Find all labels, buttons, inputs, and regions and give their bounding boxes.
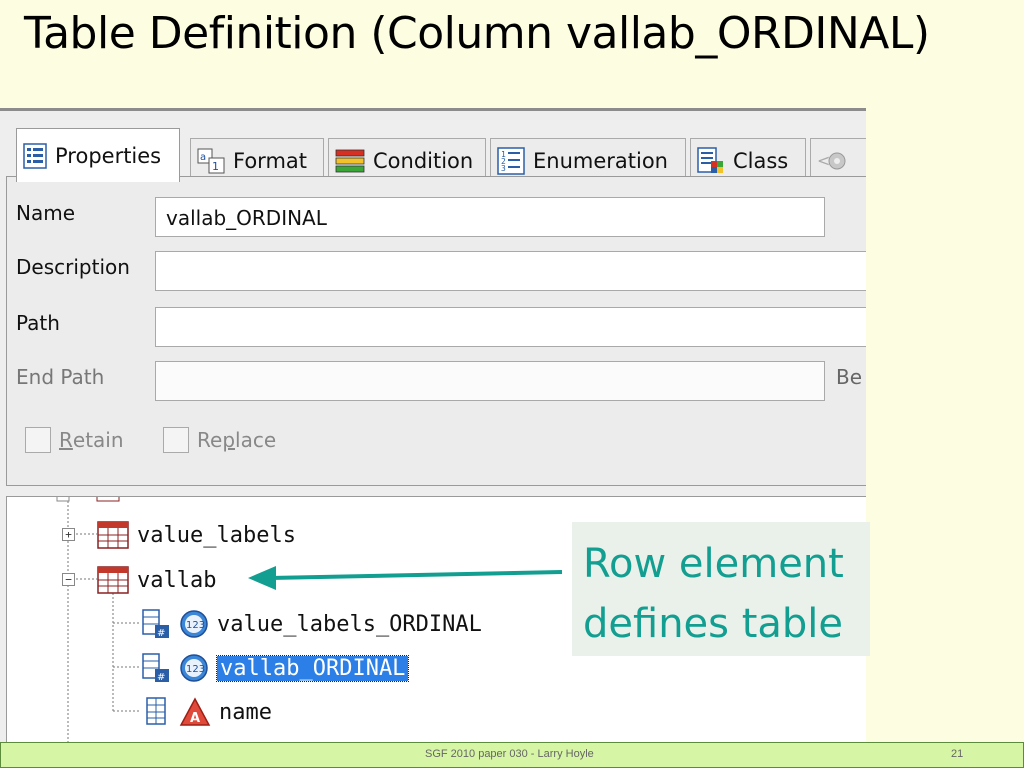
tab-properties[interactable]: Properties — [16, 128, 180, 182]
path-label: Path — [16, 311, 60, 335]
callout-line-2: defines table — [583, 601, 844, 647]
tree-node-label: vallab_ORDINAL — [215, 654, 410, 682]
tree-node-label: name — [219, 699, 272, 725]
table-icon — [97, 521, 129, 549]
properties-icon — [23, 142, 47, 169]
column-icon: # — [141, 653, 171, 683]
retain-checkbox[interactable]: Retain — [25, 427, 124, 453]
tab-label: Format — [233, 148, 308, 173]
numeric-icon: 123 — [179, 653, 209, 683]
enumeration-icon: 123 — [497, 146, 525, 175]
name-field[interactable]: vallab_ORDINAL — [155, 197, 825, 237]
tree-node-label: value_labels — [137, 522, 296, 548]
replace-checkbox[interactable]: Re p lace — [163, 427, 276, 453]
gear-icon: < — [817, 147, 851, 175]
condition-icon — [335, 149, 365, 173]
slide-title: Table Definition (Column vallab_ORDINAL) — [24, 8, 930, 59]
truncated-label: Be — [836, 365, 863, 389]
path-field[interactable] — [155, 307, 866, 347]
svg-text:1: 1 — [212, 160, 219, 173]
tab-bar: Properties a1 Format Condition 123 Enume… — [6, 122, 866, 182]
callout-line-1: Row element — [583, 541, 844, 587]
tree-node-name[interactable]: A name — [141, 697, 272, 727]
numeric-icon: 123 — [179, 609, 209, 639]
column-icon: # — [141, 609, 171, 639]
footer-text: SGF 2010 paper 030 - Larry Hoyle — [425, 748, 594, 760]
table-icon — [97, 566, 129, 594]
svg-text:3: 3 — [501, 164, 506, 173]
page-number: 21 — [951, 748, 964, 760]
replace-label-start: Re — [197, 428, 223, 452]
properties-panel: Name vallab_ORDINAL Description Path End… — [6, 176, 866, 486]
svg-text:a: a — [200, 152, 206, 163]
svg-text:#: # — [157, 628, 165, 639]
collapse-icon[interactable]: − — [62, 573, 75, 586]
retain-mnemonic: R — [59, 428, 73, 452]
replace-mnemonic: p — [222, 428, 236, 452]
callout-box: Row element defines table — [572, 522, 870, 656]
tree-node-vallab[interactable]: vallab — [97, 566, 216, 594]
tree-node-label: vallab — [137, 567, 217, 593]
svg-text:123: 123 — [186, 664, 205, 675]
checkbox-box[interactable] — [25, 427, 51, 453]
tab-label: Enumeration — [533, 148, 668, 173]
character-icon: A — [179, 697, 211, 727]
svg-text:A: A — [190, 711, 200, 726]
tab-label: Condition — [373, 148, 474, 173]
tree-node-value-labels[interactable]: value_labels — [97, 521, 296, 549]
end-path-label: End Path — [16, 365, 105, 389]
tree-node-vallab-ordinal[interactable]: # 123 vallab_ORDINAL — [141, 653, 410, 683]
description-label: Description — [16, 255, 130, 279]
retain-label: etain — [72, 428, 124, 452]
checkbox-box[interactable] — [163, 427, 189, 453]
svg-text:<: < — [817, 151, 830, 170]
name-label: Name — [16, 201, 76, 225]
format-icon: a1 — [197, 148, 225, 174]
end-path-field[interactable] — [155, 361, 825, 401]
expand-icon[interactable]: + — [62, 528, 75, 541]
tab-label: Class — [733, 148, 789, 173]
replace-label-end: lace — [235, 428, 277, 452]
svg-text:123: 123 — [186, 620, 205, 631]
column-icon — [141, 697, 171, 727]
class-icon — [697, 146, 725, 175]
slide-footer: SGF 2010 paper 030 - Larry Hoyle 21 — [0, 742, 1024, 768]
svg-text:#: # — [157, 672, 165, 683]
tree-node-label: value_labels_ORDINAL — [217, 611, 482, 637]
description-field[interactable] — [155, 251, 866, 291]
tree-node-value-labels-ordinal[interactable]: # 123 value_labels_ORDINAL — [141, 609, 482, 639]
tab-label: Properties — [55, 143, 162, 168]
